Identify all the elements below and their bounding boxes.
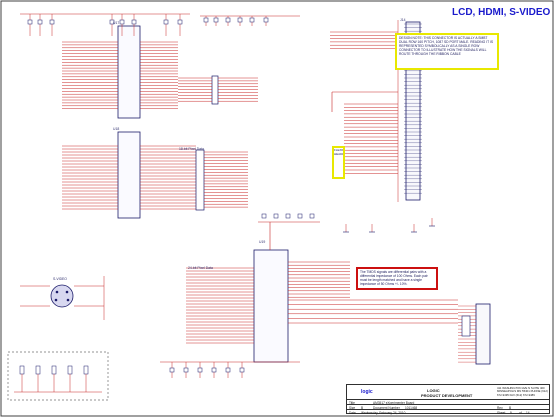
bus-label-mid: 18-bit Pixel Data xyxy=(179,147,204,151)
of-label: of xyxy=(519,411,522,415)
bus-label-lower: 24-bit Pixel Data xyxy=(188,266,213,270)
design-note: DESIGN NOTE: THIS CONNECTOR IS ACTUALLY … xyxy=(395,33,499,70)
schematic-sheet: { "sheet": { "title": "LCD, HDMI, S-VIDE… xyxy=(0,0,554,417)
resistor-pack xyxy=(195,149,205,211)
filter-component xyxy=(83,365,89,375)
esd-array xyxy=(461,315,471,337)
decoupling-cap xyxy=(237,17,243,23)
svideo-pin xyxy=(55,290,59,294)
decoupling-cap xyxy=(203,17,209,23)
svideo-connector-icon xyxy=(50,284,74,308)
tmds-impedance-note: The TMDS signals are differential pairs … xyxy=(356,267,438,290)
filter-component xyxy=(51,365,57,375)
decoupling-cap xyxy=(225,367,231,373)
sheet-value: 9 xyxy=(510,411,512,415)
company-division: PRODUCT DEVELOPMENT xyxy=(421,393,473,398)
decoupling-cap xyxy=(285,213,291,219)
decoupling-cap xyxy=(169,367,175,373)
decoupling-cap xyxy=(183,367,189,373)
ic-u18-body xyxy=(117,131,141,219)
filter-component xyxy=(67,365,73,375)
decoupling-cap xyxy=(249,17,255,23)
sheet-title: LCD, HDMI, S-VIDEO xyxy=(452,7,551,18)
decoupling-cap xyxy=(263,17,269,23)
date-label: Date xyxy=(349,411,356,415)
title-block: logic LOGIC PRODUCT DEVELOPMENT 411 WASH… xyxy=(346,384,550,417)
u17-ref: U17 xyxy=(113,21,120,25)
decoupling-cap xyxy=(37,19,43,25)
decoupling-cap xyxy=(163,19,169,25)
decoupling-cap xyxy=(197,367,203,373)
date-row: Date Wednesday, February 24, 2010 Sheet … xyxy=(347,409,549,417)
dashed-region xyxy=(7,351,109,401)
ic-u19-body xyxy=(253,249,289,363)
decoupling-cap xyxy=(49,19,55,25)
filter-component xyxy=(19,365,25,375)
flex-header-note: FLEXIBLE HEADER xyxy=(332,146,345,179)
svideo-pin xyxy=(66,298,70,302)
decoupling-cap xyxy=(273,213,279,219)
u19-ref: U19 xyxy=(259,240,266,244)
j14-ref: J14 xyxy=(400,18,406,22)
decoupling-cap xyxy=(177,19,183,25)
filter-component xyxy=(35,365,41,375)
company-logo: logic xyxy=(361,389,373,395)
decoupling-cap xyxy=(27,19,33,25)
decoupling-cap xyxy=(211,367,217,373)
company-address: 411 WASHINGTON AVE N SUITE 400 MINNEAPOL… xyxy=(497,386,548,397)
sheet-label: Sheet xyxy=(497,411,506,415)
date-value: Wednesday, February 24, 2010 xyxy=(361,411,406,415)
decoupling-cap xyxy=(131,19,137,25)
svideo-pin xyxy=(54,298,58,302)
decoupling-cap xyxy=(213,17,219,23)
decoupling-cap xyxy=(309,213,315,219)
decoupling-cap xyxy=(119,19,125,25)
decoupling-cap xyxy=(239,367,245,373)
hdmi-connector xyxy=(475,303,491,365)
svideo-label: S-VIDEO xyxy=(53,277,67,281)
decoupling-cap xyxy=(297,213,303,219)
svideo-pin xyxy=(65,290,69,294)
resistor-pack-upper xyxy=(211,75,219,105)
decoupling-cap xyxy=(225,17,231,23)
decoupling-cap xyxy=(261,213,267,219)
of-value: 14 xyxy=(526,411,530,415)
u18-ref: U18 xyxy=(113,127,120,131)
ic-u17-body xyxy=(117,25,141,119)
